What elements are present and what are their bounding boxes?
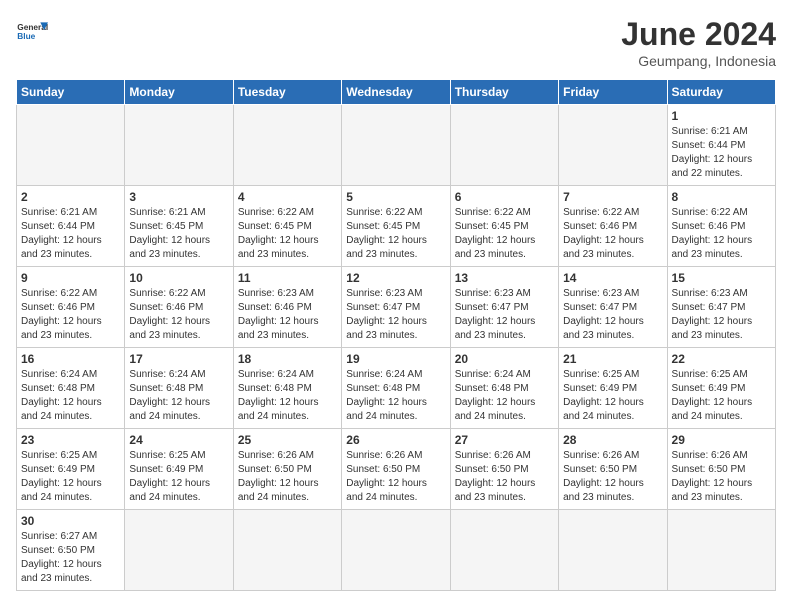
title-area: June 2024 Geumpang, Indonesia: [621, 16, 776, 69]
empty-cell: [342, 510, 450, 591]
day-24: 24 Sunrise: 6:25 AMSunset: 6:49 PMDaylig…: [125, 429, 233, 510]
page-header: General Blue June 2024 Geumpang, Indones…: [16, 16, 776, 69]
day-22: 22 Sunrise: 6:25 AMSunset: 6:49 PMDaylig…: [667, 348, 775, 429]
empty-cell: [450, 510, 558, 591]
header-saturday: Saturday: [667, 80, 775, 105]
header-sunday: Sunday: [17, 80, 125, 105]
logo: General Blue: [16, 16, 48, 48]
logo-icon: General Blue: [16, 16, 48, 48]
day-9: 9 Sunrise: 6:22 AMSunset: 6:46 PMDayligh…: [17, 267, 125, 348]
day-13: 13 Sunrise: 6:23 AMSunset: 6:47 PMDaylig…: [450, 267, 558, 348]
location-subtitle: Geumpang, Indonesia: [621, 53, 776, 69]
day-7: 7 Sunrise: 6:22 AMSunset: 6:46 PMDayligh…: [559, 186, 667, 267]
day-21: 21 Sunrise: 6:25 AMSunset: 6:49 PMDaylig…: [559, 348, 667, 429]
day-3: 3 Sunrise: 6:21 AMSunset: 6:45 PMDayligh…: [125, 186, 233, 267]
day-6: 6 Sunrise: 6:22 AMSunset: 6:45 PMDayligh…: [450, 186, 558, 267]
empty-cell: [559, 105, 667, 186]
week-6-row: 30 Sunrise: 6:27 AMSunset: 6:50 PMDaylig…: [17, 510, 776, 591]
day-12: 12 Sunrise: 6:23 AMSunset: 6:47 PMDaylig…: [342, 267, 450, 348]
calendar-table: Sunday Monday Tuesday Wednesday Thursday…: [16, 79, 776, 591]
day-18: 18 Sunrise: 6:24 AMSunset: 6:48 PMDaylig…: [233, 348, 341, 429]
day-20: 20 Sunrise: 6:24 AMSunset: 6:48 PMDaylig…: [450, 348, 558, 429]
day-29: 29 Sunrise: 6:26 AMSunset: 6:50 PMDaylig…: [667, 429, 775, 510]
empty-cell: [559, 510, 667, 591]
weekday-header-row: Sunday Monday Tuesday Wednesday Thursday…: [17, 80, 776, 105]
empty-cell: [667, 510, 775, 591]
week-5-row: 23 Sunrise: 6:25 AMSunset: 6:49 PMDaylig…: [17, 429, 776, 510]
day-30: 30 Sunrise: 6:27 AMSunset: 6:50 PMDaylig…: [17, 510, 125, 591]
header-thursday: Thursday: [450, 80, 558, 105]
day-8: 8 Sunrise: 6:22 AMSunset: 6:46 PMDayligh…: [667, 186, 775, 267]
week-3-row: 9 Sunrise: 6:22 AMSunset: 6:46 PMDayligh…: [17, 267, 776, 348]
day-27: 27 Sunrise: 6:26 AMSunset: 6:50 PMDaylig…: [450, 429, 558, 510]
day-15: 15 Sunrise: 6:23 AMSunset: 6:47 PMDaylig…: [667, 267, 775, 348]
empty-cell: [233, 510, 341, 591]
empty-cell: [125, 105, 233, 186]
day-14: 14 Sunrise: 6:23 AMSunset: 6:47 PMDaylig…: [559, 267, 667, 348]
day-28: 28 Sunrise: 6:26 AMSunset: 6:50 PMDaylig…: [559, 429, 667, 510]
empty-cell: [342, 105, 450, 186]
week-1-row: 1 Sunrise: 6:21 AM Sunset: 6:44 PM Dayli…: [17, 105, 776, 186]
day-2: 2 Sunrise: 6:21 AMSunset: 6:44 PMDayligh…: [17, 186, 125, 267]
header-tuesday: Tuesday: [233, 80, 341, 105]
day-1: 1 Sunrise: 6:21 AM Sunset: 6:44 PM Dayli…: [667, 105, 775, 186]
day-17: 17 Sunrise: 6:24 AMSunset: 6:48 PMDaylig…: [125, 348, 233, 429]
day-10: 10 Sunrise: 6:22 AMSunset: 6:46 PMDaylig…: [125, 267, 233, 348]
day-11: 11 Sunrise: 6:23 AMSunset: 6:46 PMDaylig…: [233, 267, 341, 348]
month-year-title: June 2024: [621, 16, 776, 53]
day-16: 16 Sunrise: 6:24 AMSunset: 6:48 PMDaylig…: [17, 348, 125, 429]
header-friday: Friday: [559, 80, 667, 105]
day-26: 26 Sunrise: 6:26 AMSunset: 6:50 PMDaylig…: [342, 429, 450, 510]
week-4-row: 16 Sunrise: 6:24 AMSunset: 6:48 PMDaylig…: [17, 348, 776, 429]
header-monday: Monday: [125, 80, 233, 105]
week-2-row: 2 Sunrise: 6:21 AMSunset: 6:44 PMDayligh…: [17, 186, 776, 267]
empty-cell: [233, 105, 341, 186]
day-23: 23 Sunrise: 6:25 AMSunset: 6:49 PMDaylig…: [17, 429, 125, 510]
empty-cell: [17, 105, 125, 186]
day-5: 5 Sunrise: 6:22 AMSunset: 6:45 PMDayligh…: [342, 186, 450, 267]
day-19: 19 Sunrise: 6:24 AMSunset: 6:48 PMDaylig…: [342, 348, 450, 429]
empty-cell: [450, 105, 558, 186]
empty-cell: [125, 510, 233, 591]
header-wednesday: Wednesday: [342, 80, 450, 105]
day-4: 4 Sunrise: 6:22 AMSunset: 6:45 PMDayligh…: [233, 186, 341, 267]
svg-text:Blue: Blue: [17, 31, 35, 41]
day-25: 25 Sunrise: 6:26 AMSunset: 6:50 PMDaylig…: [233, 429, 341, 510]
